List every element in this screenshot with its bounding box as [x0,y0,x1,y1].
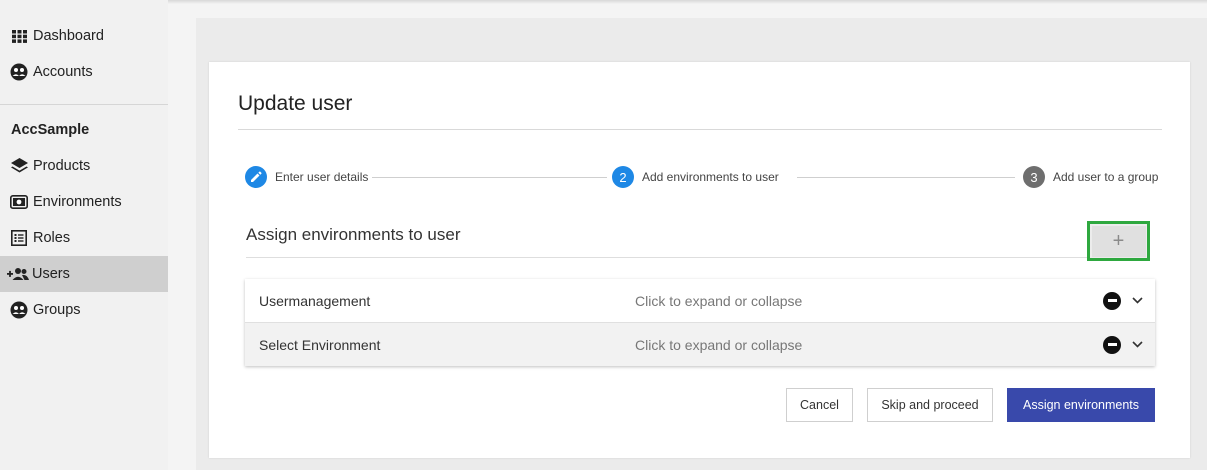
sidebar-item-label: Environments [33,194,122,210]
plus-icon: + [1091,225,1146,257]
sidebar-item-label: Roles [33,230,71,246]
row-hint: Click to expand or collapse [635,336,803,353]
step-add-environments[interactable]: 2 Add environments to user [612,166,779,188]
environment-accordion: Usermanagement Click to expand or collap… [245,279,1155,366]
add-users-icon [6,264,30,284]
step-add-user-to-group[interactable]: 3 Add user to a group [1023,166,1158,188]
step-label: Add user to a group [1053,170,1159,184]
users-circle-icon [9,300,29,320]
sidebar-item-label: Users [32,266,70,282]
sidebar-item-label: Groups [33,302,81,318]
step-enter-user-details[interactable]: Enter user details [245,166,368,188]
sidebar-item-groups[interactable]: Groups [0,292,168,328]
users-circle-icon [9,62,29,82]
sidebar-item-label: Dashboard [33,28,104,44]
title-divider [238,129,1162,130]
sidebar-item-label: Accounts [33,64,93,80]
sidebar-item-products[interactable]: Products [0,148,168,184]
step-connector [372,177,607,178]
sidebar-item-accounts[interactable]: Accounts [0,54,168,90]
grid-icon [9,26,29,46]
sidebar-divider [0,104,168,105]
camera-icon [9,192,29,212]
page-title: Update user [238,92,353,115]
edit-icon [245,166,267,188]
sidebar-item-environments[interactable]: Environments [0,184,168,220]
add-environment-button[interactable]: + [1087,221,1150,261]
sidebar-section-label: AccSample [11,122,90,138]
step-label: Add environments to user [642,170,779,184]
accordion-row[interactable]: Select Environment Click to expand or co… [245,323,1155,366]
cancel-button[interactable]: Cancel [786,388,853,422]
accordion-row[interactable]: Usermanagement Click to expand or collap… [245,279,1155,322]
remove-icon[interactable] [1103,291,1121,310]
sidebar: Dashboard Accounts AccSample Products En… [0,0,168,470]
section-divider [246,257,1117,258]
layers-icon [9,156,29,176]
row-title: Usermanagement [259,292,371,309]
chevron-down-icon[interactable] [1130,294,1144,308]
list-icon [9,228,29,248]
step-number: 2 [612,166,634,188]
skip-and-proceed-button[interactable]: Skip and proceed [867,388,993,422]
chevron-down-icon[interactable] [1130,338,1144,352]
step-number: 3 [1023,166,1045,188]
sidebar-item-roles[interactable]: Roles [0,220,168,256]
update-user-card: Update user Enter user details 2 Add env… [209,62,1190,458]
step-label: Enter user details [275,170,369,184]
top-shadow [0,0,1207,4]
sidebar-item-dashboard[interactable]: Dashboard [0,18,168,54]
sidebar-item-label: Products [33,158,91,174]
sidebar-item-users[interactable]: Users [0,256,168,292]
assign-environments-button[interactable]: Assign environments [1007,388,1155,422]
row-title: Select Environment [259,336,381,353]
remove-icon[interactable] [1103,335,1121,354]
row-hint: Click to expand or collapse [635,292,803,309]
assign-section-title: Assign environments to user [246,225,461,244]
step-connector [797,177,1015,178]
